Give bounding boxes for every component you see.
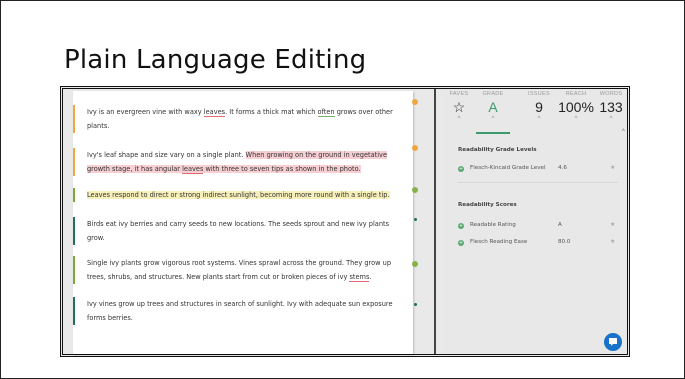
status-dot-orange[interactable] xyxy=(412,99,418,105)
paragraph-5[interactable]: Single ivy plants grow vigorous root sys… xyxy=(73,256,403,284)
divider xyxy=(458,182,618,183)
star-icon[interactable]: ★ xyxy=(610,164,615,171)
status-dot-teal[interactable] xyxy=(414,218,417,221)
paragraph-marker xyxy=(73,148,75,176)
stat-faves[interactable]: FAVES ☆ ^ xyxy=(442,91,476,123)
flagged-word[interactable]: leaves xyxy=(182,165,204,174)
paragraph-3[interactable]: Leaves respond to direct or strong indir… xyxy=(73,188,403,202)
chat-button[interactable] xyxy=(604,333,622,351)
flagged-word[interactable]: stems xyxy=(349,273,370,282)
slide: Plain Language Editing Ivy is an evergre… xyxy=(0,0,685,379)
stat-words[interactable]: WORDS 133 ^ xyxy=(594,91,628,123)
metric-row[interactable]: + Flesch-Kincaid Grade Level 4.6 ★ xyxy=(458,164,618,175)
section-title: Readability Grade Levels xyxy=(458,147,537,153)
chevron-up-icon: ^ xyxy=(491,116,495,122)
paragraph-1[interactable]: Ivy is an evergreen vine with waxy leave… xyxy=(73,105,403,133)
paragraph-status-rail xyxy=(412,89,437,354)
highlight-long-sentence[interactable]: with three to seven tips as shown in the… xyxy=(203,165,361,173)
active-tab-indicator xyxy=(476,132,510,134)
star-outline-icon[interactable]: ☆ xyxy=(442,99,476,115)
paragraph-marker xyxy=(73,105,75,133)
metric-row[interactable]: + Flesch Reading Ease 80.0 ★ xyxy=(458,238,618,249)
rail-divider xyxy=(434,89,436,354)
stats-bar: FAVES ☆ ^ GRADE A ^ ISSUES 9 ^ REACH 100… xyxy=(442,91,627,135)
chevron-up-icon: ^ xyxy=(609,116,613,122)
paragraph-2[interactable]: Ivy's leaf shape and size vary on a sing… xyxy=(73,148,403,176)
scroll-up-icon[interactable]: ^ xyxy=(622,129,625,135)
chevron-up-icon: ^ xyxy=(574,116,578,122)
add-icon[interactable]: + xyxy=(458,166,464,172)
add-icon[interactable]: + xyxy=(458,240,464,246)
slide-title: Plain Language Editing xyxy=(64,45,367,75)
add-icon[interactable]: + xyxy=(458,223,464,229)
paragraph-4[interactable]: Birds eat ivy berries and carry seeds to… xyxy=(73,217,403,245)
stat-grade[interactable]: GRADE A ^ xyxy=(476,91,510,123)
paragraph-6[interactable]: Ivy vines grow up trees and structures i… xyxy=(73,297,403,325)
section-title: Readability Scores xyxy=(458,202,517,208)
paragraph-marker xyxy=(73,217,75,245)
paragraph-marker xyxy=(73,256,75,284)
star-icon[interactable]: ★ xyxy=(610,238,615,245)
analytics-panel: FAVES ☆ ^ GRADE A ^ ISSUES 9 ^ REACH 100… xyxy=(442,89,627,354)
stat-reach[interactable]: REACH 100% ^ xyxy=(556,91,596,123)
paragraph-marker xyxy=(73,297,75,325)
paragraph-marker xyxy=(73,188,75,202)
status-dot-green[interactable] xyxy=(412,261,418,267)
chevron-up-icon: ^ xyxy=(457,116,461,122)
highlight-hard-sentence[interactable]: Leaves respond to direct or strong indir… xyxy=(87,191,390,199)
status-dot-teal[interactable] xyxy=(414,303,417,306)
chevron-up-icon: ^ xyxy=(537,116,541,122)
status-dot-orange[interactable] xyxy=(412,145,418,151)
star-icon[interactable]: ★ xyxy=(610,221,615,228)
flagged-word[interactable]: leaves xyxy=(203,108,226,117)
stat-issues[interactable]: ISSUES 9 ^ xyxy=(522,91,556,123)
flagged-word[interactable]: often xyxy=(317,108,335,117)
screenshot-frame: Ivy is an evergreen vine with waxy leave… xyxy=(60,86,630,357)
status-dot-green[interactable] xyxy=(412,187,418,193)
metric-row[interactable]: + Readable Rating A ★ xyxy=(458,221,618,232)
chat-bubble-icon xyxy=(609,338,617,346)
editor-document[interactable]: Ivy is an evergreen vine with waxy leave… xyxy=(73,91,413,354)
